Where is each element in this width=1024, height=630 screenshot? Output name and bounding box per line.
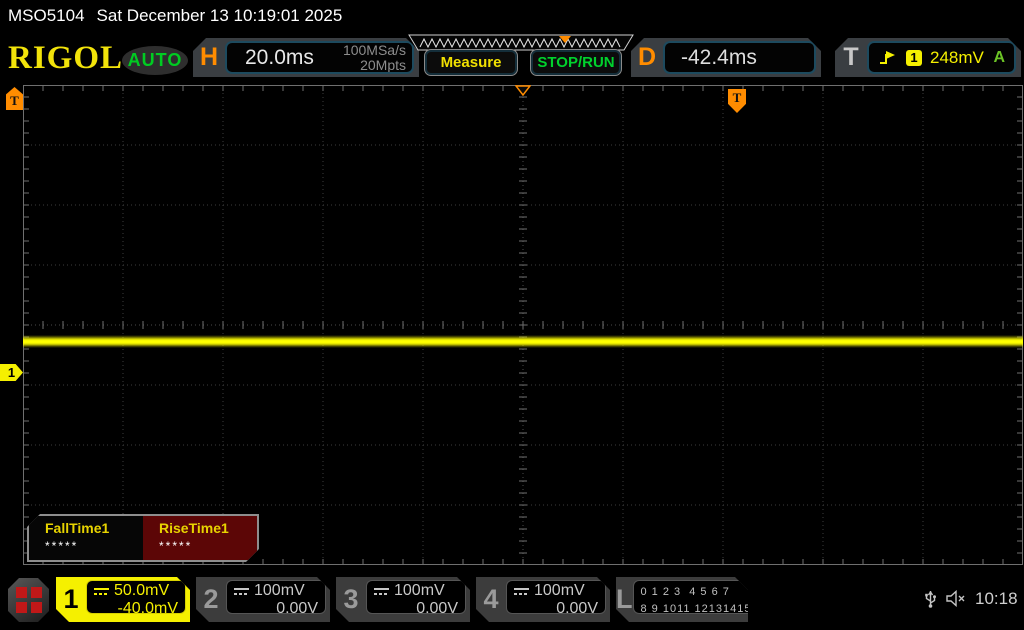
delay-value: -42.4ms — [681, 45, 757, 69]
channel-1-offset: -40.0mV — [117, 600, 178, 618]
channel-4-scale: 100mV — [534, 582, 585, 599]
rigol-logo: RIGOL — [8, 40, 124, 76]
channel-3-scale: 100mV — [394, 582, 445, 599]
trigger-level-marker[interactable]: T — [6, 87, 23, 110]
channel-2-offset: 0.00V — [276, 600, 318, 618]
channel-1-number: 1 — [63, 584, 79, 614]
channel-2-scale: 100mV — [254, 582, 305, 599]
trigger-block[interactable]: T 1 248mV A — [835, 38, 1021, 77]
h-label: H — [199, 43, 219, 71]
channel-1-box[interactable]: 1 50.0mV -40.0mV — [56, 577, 190, 622]
channel-3-number: 3 — [343, 584, 359, 614]
dc-coupling-icon — [94, 588, 109, 595]
horizontal-timebase-block[interactable]: H 20.0ms 100MSa/s 20Mpts — [193, 38, 419, 77]
menu-grid-icon — [16, 587, 42, 613]
logic-label: L — [616, 584, 633, 614]
logic-channels-box[interactable]: L 0 1 2 3 4 5 6 7 8 9 1011 12131415 — [616, 577, 748, 622]
speaker-mute-icon[interactable] — [945, 590, 967, 607]
delay-box[interactable]: -42.4ms — [663, 41, 816, 74]
dc-coupling-icon — [234, 588, 249, 595]
measurement-value: ***** — [159, 539, 193, 553]
memory-depth: 20Mpts — [360, 56, 406, 73]
overview-outline — [408, 34, 634, 51]
channel-1-scale: 50.0mV — [114, 582, 170, 599]
graticule-grid — [23, 85, 1023, 565]
stop-run-button[interactable]: STOP/RUN — [530, 49, 622, 76]
channel-4-number: 4 — [483, 584, 499, 614]
delay-block[interactable]: D -42.4ms — [631, 38, 821, 77]
t-label: T — [843, 43, 859, 71]
titlebar: MSO5104 Sat December 13 10:19:01 2025 — [8, 6, 342, 26]
channel-4-offset: 0.00V — [556, 600, 598, 618]
channel-3-offset: 0.00V — [416, 600, 458, 618]
dc-coupling-icon — [374, 588, 389, 595]
model-name: MSO5104 — [8, 6, 85, 25]
logic-row-8-15: 8 9 1011 12131415 — [640, 602, 752, 615]
channel1-ground-marker[interactable]: 1 — [0, 364, 23, 381]
waveform-display-area: T T 1 FallTime1 ***** RiseTime1 ***** — [0, 85, 1023, 565]
measurement-panel[interactable]: FallTime1 ***** RiseTime1 ***** — [27, 514, 259, 562]
acquisition-mode-badge: AUTO — [122, 46, 188, 75]
trigger-level-value: 248mV — [930, 47, 984, 67]
trigger-sweep-mode: A — [993, 48, 1005, 66]
datetime-text: Sat December 13 10:19:01 2025 — [96, 6, 343, 25]
channel-2-box[interactable]: 2 100mV 0.00V — [196, 577, 330, 622]
trigger-source-badge: 1 — [906, 50, 922, 66]
dc-coupling-icon — [514, 588, 529, 595]
channel-4-box[interactable]: 4 100mV 0.00V — [476, 577, 610, 622]
channel-2-number: 2 — [203, 584, 219, 614]
measurement-value: ***** — [45, 539, 79, 553]
channel-3-box[interactable]: 3 100mV 0.00V — [336, 577, 470, 622]
record-center-marker — [515, 85, 531, 96]
status-clock: 10:18 — [975, 588, 1018, 608]
usb-icon — [925, 591, 936, 608]
measurement-falltime[interactable]: FallTime1 ***** — [29, 516, 143, 560]
d-label: D — [637, 43, 657, 71]
logic-row-0-7: 0 1 2 3 4 5 6 7 — [640, 586, 730, 598]
trigger-box[interactable]: 1 248mV A — [867, 41, 1016, 74]
sample-rate: 100MSa/s — [342, 41, 406, 58]
measurement-label: RiseTime1 — [159, 520, 229, 536]
main-menu-button[interactable] — [8, 578, 49, 622]
measurement-label: FallTime1 — [45, 520, 110, 536]
trigger-edge-icon — [878, 50, 898, 65]
measurement-risetime[interactable]: RiseTime1 ***** — [143, 516, 257, 560]
channel1-waveform-trace — [23, 335, 1023, 348]
measure-button[interactable]: Measure — [424, 49, 518, 76]
timebase-box[interactable]: 20.0ms 100MSa/s 20Mpts — [225, 41, 414, 74]
timebase-value: 20.0ms — [245, 45, 314, 69]
